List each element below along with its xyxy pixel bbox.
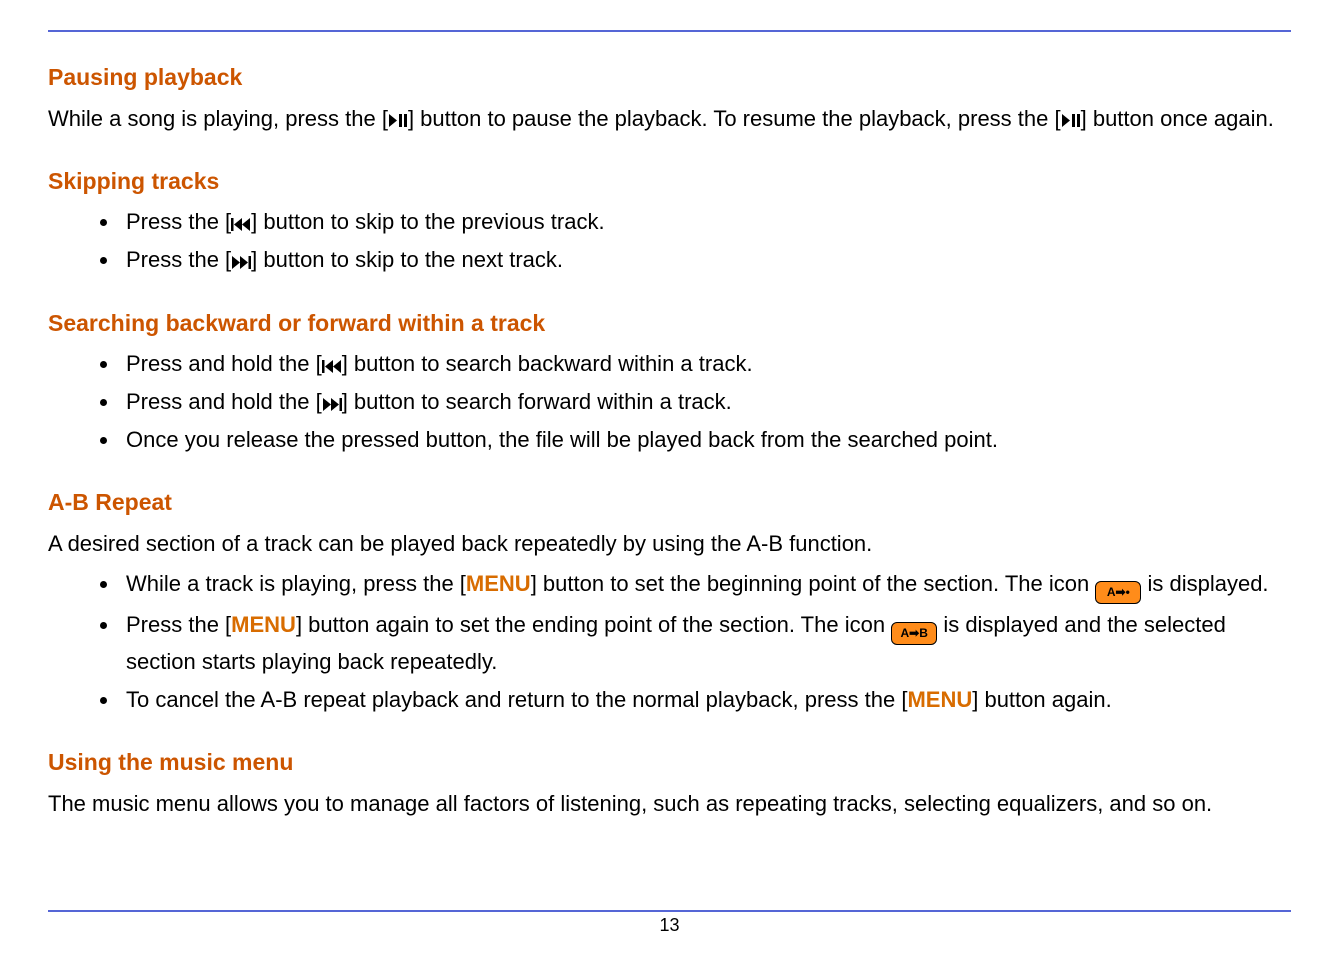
ab-start-b: ] button to set the beginning point of t… <box>531 571 1096 596</box>
ab-end-key: MENU <box>231 612 296 637</box>
heading-ab-repeat: A-B Repeat <box>48 485 1291 521</box>
ab-start-badge-icon: A➡• <box>1095 581 1141 604</box>
heading-skip: Skipping tracks <box>48 164 1291 200</box>
heading-music-menu: Using the music menu <box>48 745 1291 781</box>
ab-item-end: Press the [MENU] button again to set the… <box>120 608 1291 679</box>
page-container: Pausing playback While a song is playing… <box>0 0 1339 954</box>
search-back-text-b: ] button to search backward within a tra… <box>342 351 753 376</box>
ab-end-b: ] button again to set the ending point o… <box>296 612 891 637</box>
ab-list: While a track is playing, press the [MEN… <box>48 567 1291 717</box>
skip-prev-text-a: Press the [ <box>126 209 231 234</box>
pause-paragraph: While a song is playing, press the [ ] bu… <box>48 102 1291 136</box>
play-pause-icon <box>388 113 408 128</box>
ab-cancel-b: ] button again. <box>972 687 1111 712</box>
skip-item-next: Press the [ ] button to skip to the next … <box>120 243 1291 277</box>
pause-text-1: While a song is playing, press the [ <box>48 106 388 131</box>
skip-next-icon <box>231 256 251 269</box>
ab-cancel-key: MENU <box>907 687 972 712</box>
skip-next-text-b: ] button to skip to the next track. <box>251 247 563 272</box>
search-fwd-text-b: ] button to search forward within a trac… <box>342 389 732 414</box>
pause-text-2: ] button to pause the playback. To resum… <box>408 106 1061 131</box>
ab-start-key: MENU <box>466 571 531 596</box>
skip-next-text-a: Press the [ <box>126 247 231 272</box>
search-list: Press and hold the [ ] button to search b… <box>48 347 1291 457</box>
play-pause-icon <box>1061 113 1081 128</box>
skip-prev-icon <box>322 360 342 373</box>
skip-prev-icon <box>231 218 251 231</box>
search-item-fwd: Press and hold the [ ] button to search f… <box>120 385 1291 419</box>
search-item-back: Press and hold the [ ] button to search b… <box>120 347 1291 381</box>
skip-next-icon <box>322 398 342 411</box>
ab-start-a: While a track is playing, press the [ <box>126 571 466 596</box>
search-fwd-text-a: Press and hold the [ <box>126 389 322 414</box>
heading-pause: Pausing playback <box>48 60 1291 96</box>
ab-item-cancel: To cancel the A-B repeat playback and re… <box>120 683 1291 717</box>
ab-start-c: is displayed. <box>1147 571 1268 596</box>
music-menu-para: The music menu allows you to manage all … <box>48 787 1291 821</box>
search-release-text: Once you release the pressed button, the… <box>126 427 998 452</box>
ab-cancel-a: To cancel the A-B repeat playback and re… <box>126 687 907 712</box>
ab-end-badge-icon: A➡B <box>891 622 937 645</box>
skip-prev-text-b: ] button to skip to the previous track. <box>251 209 604 234</box>
skip-item-prev: Press the [ ] button to skip to the previ… <box>120 205 1291 239</box>
ab-end-a: Press the [ <box>126 612 231 637</box>
ab-intro: A desired section of a track can be play… <box>48 527 1291 561</box>
skip-list: Press the [ ] button to skip to the previ… <box>48 205 1291 277</box>
heading-search: Searching backward or forward within a t… <box>48 306 1291 342</box>
page-number: 13 <box>0 912 1339 940</box>
pause-text-3: ] button once again. <box>1081 106 1274 131</box>
search-back-text-a: Press and hold the [ <box>126 351 322 376</box>
top-rule <box>48 30 1291 32</box>
search-item-release: Once you release the pressed button, the… <box>120 423 1291 457</box>
ab-item-start: While a track is playing, press the [MEN… <box>120 567 1291 604</box>
